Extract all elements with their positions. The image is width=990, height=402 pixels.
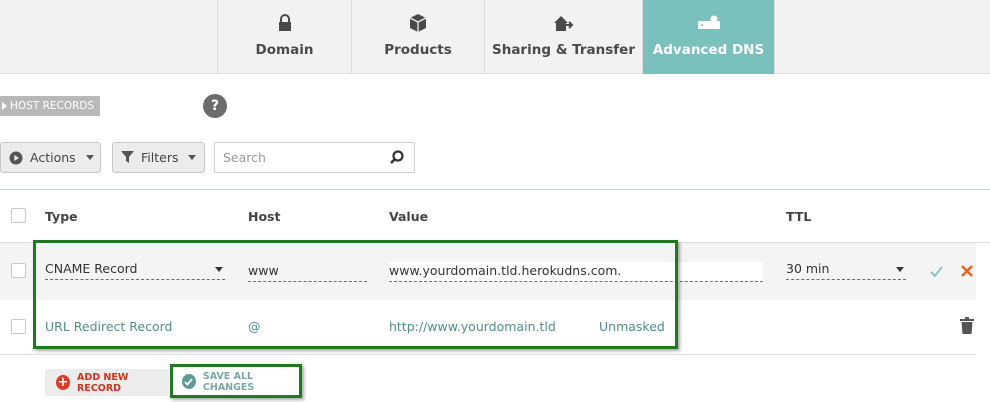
- tab-sharing-transfer[interactable]: Sharing & Transfer: [484, 0, 642, 74]
- tab-domain-label: Domain: [255, 42, 314, 58]
- plus-circle-icon: +: [56, 375, 70, 390]
- filters-button[interactable]: Filters: [112, 142, 205, 173]
- help-icon[interactable]: ?: [203, 94, 227, 118]
- search-input[interactable]: Search: [214, 142, 415, 173]
- tab-products-label: Products: [384, 42, 452, 58]
- save-label: SAVE ALL CHANGES: [202, 370, 255, 393]
- help-glyph: ?: [210, 98, 220, 114]
- highlight-box-records: [33, 240, 678, 349]
- ttl-value: 30 min: [786, 261, 830, 276]
- search-placeholder: Search: [223, 150, 266, 165]
- header-host: Host: [248, 209, 281, 224]
- select-all-checkbox[interactable]: [11, 208, 26, 223]
- tab-domain[interactable]: Domain: [217, 0, 351, 74]
- host-records-text: HOST RECORDS: [10, 100, 95, 112]
- header-value: Value: [389, 209, 429, 224]
- add-new-record-button[interactable]: + ADD NEW RECORD: [45, 369, 169, 396]
- tab-products[interactable]: Products: [351, 0, 484, 74]
- tab-sharing-transfer-label: Sharing & Transfer: [491, 42, 635, 58]
- tab-advanced-dns[interactable]: Advanced DNS: [642, 0, 774, 74]
- play-circle-icon: [9, 151, 23, 165]
- ttl-select[interactable]: 30 min: [786, 260, 906, 280]
- box-icon: [408, 12, 428, 34]
- records-table-header: Type Host Value TTL: [0, 189, 990, 243]
- chevron-down-icon: [896, 267, 904, 272]
- check-circle-icon: [182, 374, 196, 389]
- chevron-down-icon: [85, 155, 94, 160]
- actions-label: Actions: [30, 150, 76, 165]
- header-type: Type: [45, 209, 78, 224]
- house-share-icon: [553, 12, 575, 34]
- header-ttl: TTL: [786, 209, 812, 224]
- row-checkbox[interactable]: [11, 263, 26, 278]
- cancel-close-icon[interactable]: [961, 262, 973, 281]
- funnel-icon: [121, 151, 134, 164]
- actions-button[interactable]: Actions: [0, 142, 101, 173]
- server-icon: [697, 12, 721, 34]
- triangle-right-icon: [2, 102, 7, 110]
- tab-divider: [774, 0, 775, 74]
- row-checkbox[interactable]: [11, 319, 26, 334]
- lock-icon: [277, 12, 293, 34]
- chevron-down-icon: [188, 155, 197, 160]
- add-record-label: ADD NEW RECORD: [76, 371, 129, 394]
- search-icon[interactable]: [390, 150, 404, 168]
- filters-label: Filters: [141, 150, 179, 165]
- trash-icon[interactable]: [960, 317, 974, 338]
- host-records-label: HOST RECORDS: [0, 96, 100, 116]
- tab-advanced-dns-label: Advanced DNS: [652, 42, 765, 58]
- save-all-changes-button[interactable]: SAVE ALL CHANGES: [174, 367, 300, 396]
- top-tab-bar: Domain Products Sharing & Transfer Advan…: [0, 0, 990, 74]
- confirm-check-icon[interactable]: [930, 262, 943, 281]
